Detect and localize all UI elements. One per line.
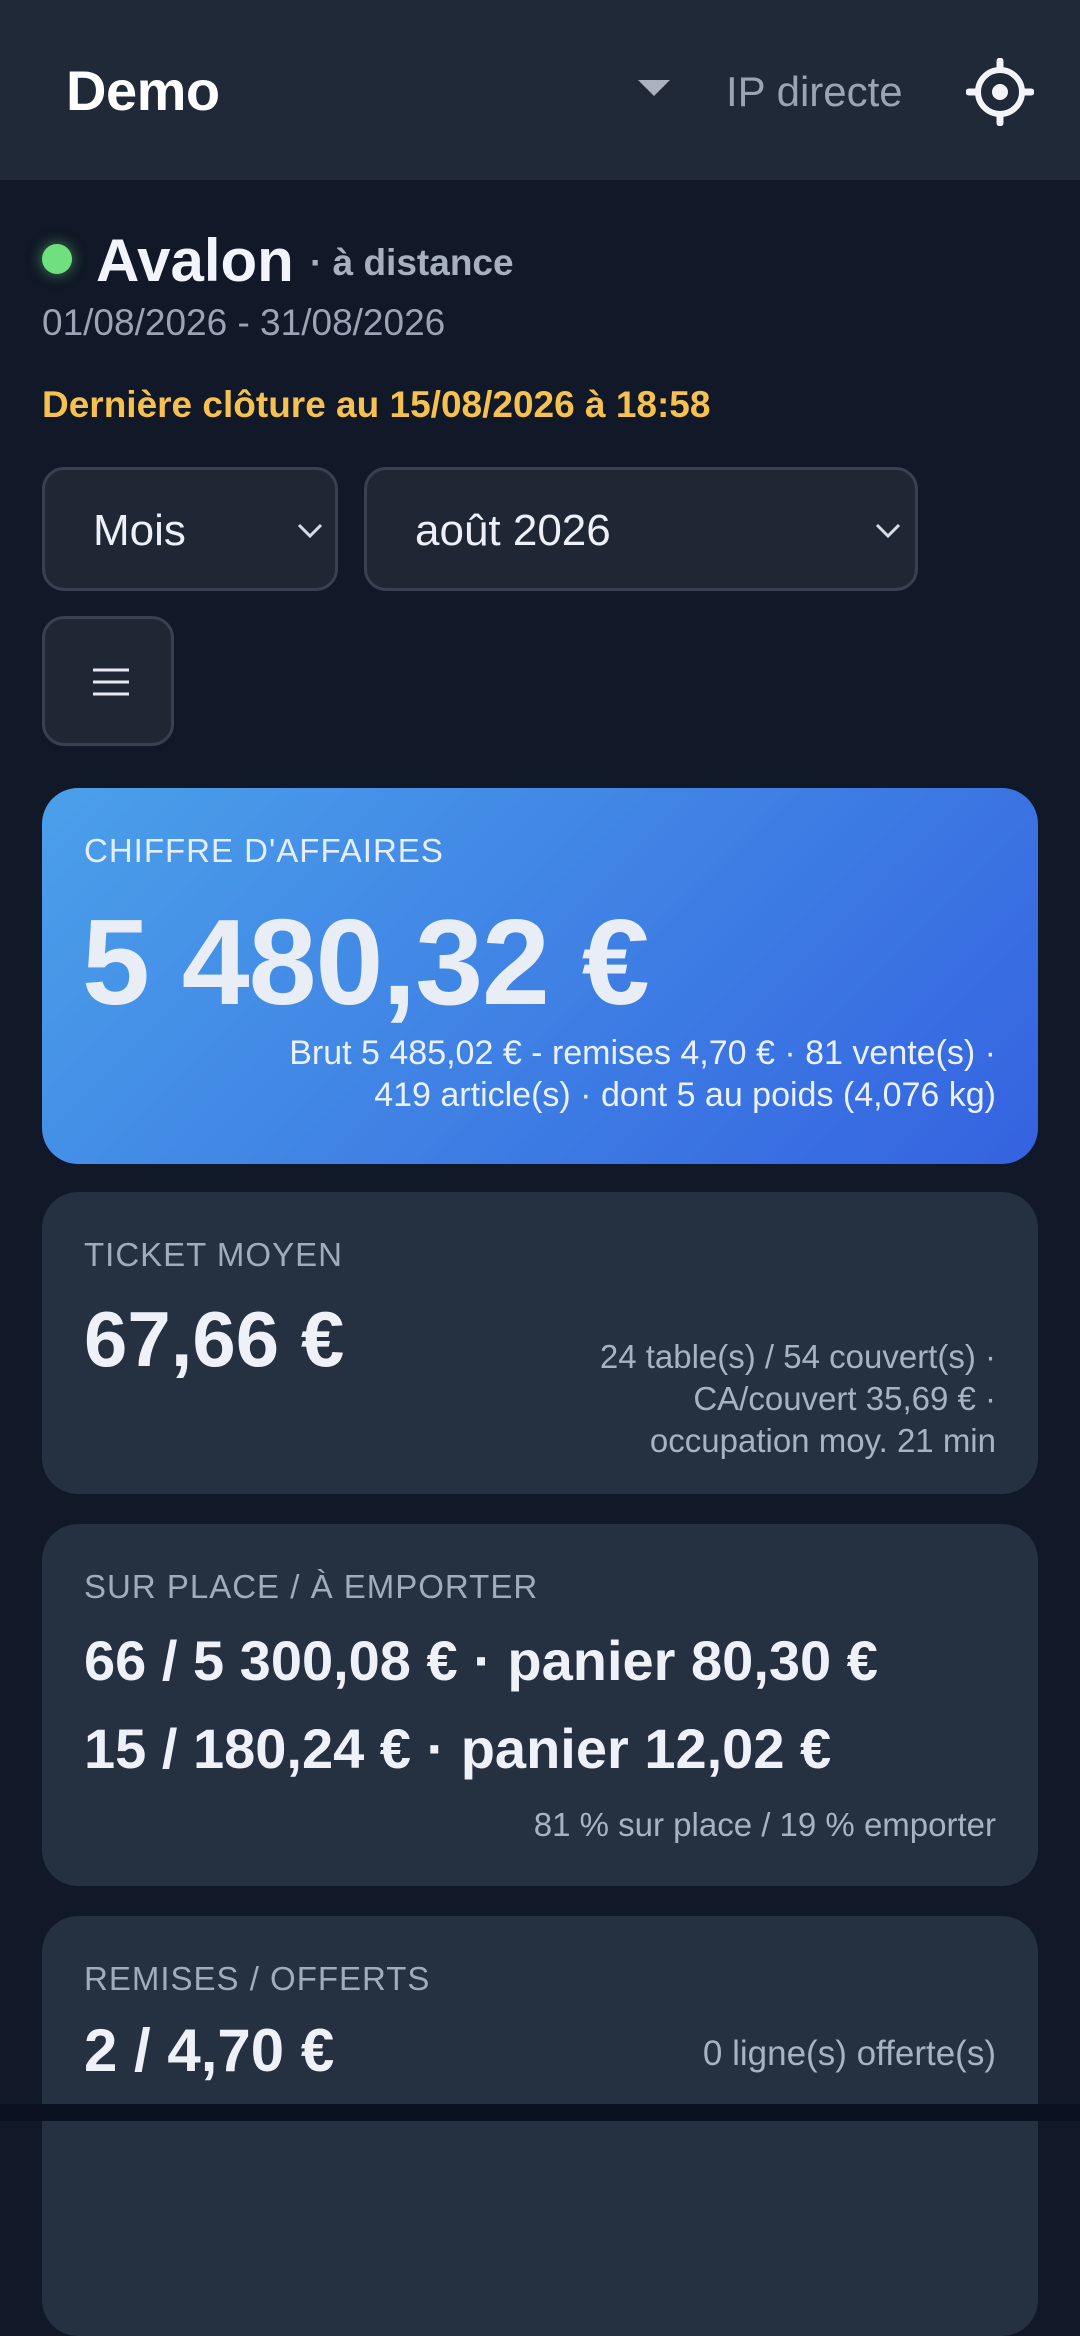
shop-name: Avalon [96,227,294,294]
revenue-caption: CHIFFRE D'AFFAIRES [84,832,444,869]
dine-in-takeaway-caption: SUR PLACE / À EMPORTER [84,1568,539,1605]
dine-in-summary: 66 / 5 300,08 € · panier 80,30 € [84,1629,878,1692]
granularity-select[interactable]: Mois [42,467,338,591]
menu-button[interactable] [42,616,174,746]
discounts-value: 2 / 4,70 € [84,2017,335,2084]
hamburger-menu-icon [93,668,129,696]
month-value: août 2026 [415,506,611,555]
revenue-value: 5 480,32 € [82,894,650,1030]
connection-mode-selector[interactable]: IP directe [726,68,903,116]
takeaway-summary: 15 / 180,24 € · panier 12,02 € [84,1717,832,1780]
offered-lines-detail: 0 ligne(s) offerte(s) [702,2034,996,2073]
month-select[interactable]: août 2026 [364,467,918,591]
dine-in-takeaway-ratio: 81 % sur place / 19 % emporter [533,1806,996,1843]
settings-gear-icon[interactable] [966,58,1034,126]
average-ticket-detail: 24 table(s) / 54 couvert(s) · CA/couvert… [436,1336,996,1462]
top-app-bar: Demo IP directe [0,0,1080,180]
average-ticket-value: 67,66 € [84,1295,345,1383]
shop-connection-mode: · à distance [310,242,514,283]
discounts-card: REMISES / OFFERTS 2 / 4,70 € 0 ligne(s) … [42,1916,1038,2336]
average-ticket-caption: TICKET MOYEN [84,1236,343,1273]
average-ticket-card: TICKET MOYEN 67,66 € 24 table(s) / 54 co… [42,1192,1038,1494]
app-brand: Demo [66,59,220,122]
revenue-detail-line: 419 article(s) · dont 5 au poids (4,076 … [374,1076,996,1114]
revenue-card: CHIFFRE D'AFFAIRES 5 480,32 € Brut 5 485… [42,788,1038,1164]
chevron-down-icon [875,523,901,539]
last-closure-notice: Dernière clôture au 15/08/2026 à 18:58 [42,384,711,425]
bottom-edge [0,2104,1080,2121]
report-period: 01/08/2026 - 31/08/2026 [42,302,446,343]
caret-down-icon[interactable] [638,80,670,96]
revenue-detail: Brut 5 485,02 € - remises 4,70 € · 81 ve… [96,1032,996,1116]
average-ticket-detail-line: CA/couvert 35,69 € · [693,1380,996,1417]
discounts-caption: REMISES / OFFERTS [84,1960,431,1997]
dine-in-takeaway-card: SUR PLACE / À EMPORTER 66 / 5 300,08 € ·… [42,1524,1038,1886]
average-ticket-detail-line: occupation moy. 21 min [649,1422,996,1459]
granularity-value: Mois [93,506,186,555]
revenue-detail-line: Brut 5 485,02 € - remises 4,70 € · 81 ve… [289,1034,996,1072]
average-ticket-detail-line: 24 table(s) / 54 couvert(s) · [599,1338,996,1375]
online-status-indicator [42,244,72,274]
chevron-down-icon [297,523,323,539]
